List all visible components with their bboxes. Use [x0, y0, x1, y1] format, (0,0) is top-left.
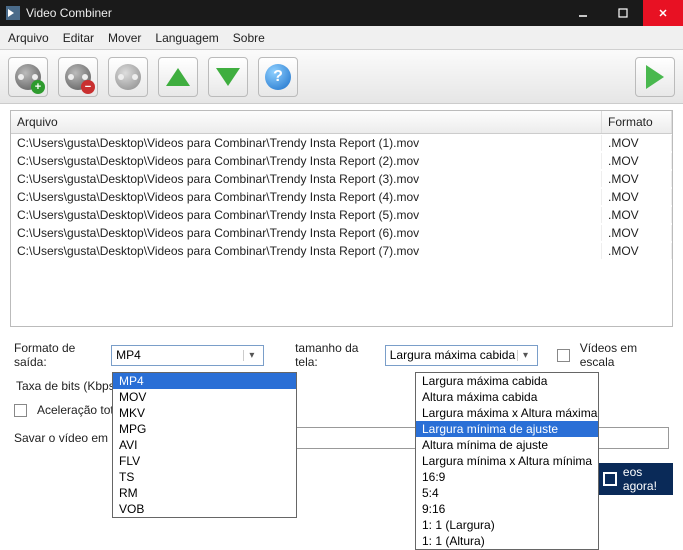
screen-size-dropdown[interactable]: Largura máxima cabidaAltura máxima cabid…	[415, 372, 599, 550]
cell-format: .MOV	[602, 153, 672, 169]
scale-videos-label: Vídeos em escala	[580, 341, 669, 369]
move-down-button[interactable]	[208, 57, 248, 97]
cell-format: .MOV	[602, 135, 672, 151]
add-video-button[interactable]: +	[8, 57, 48, 97]
move-up-button[interactable]	[158, 57, 198, 97]
format-option[interactable]: AVI	[113, 437, 296, 453]
screen-size-label: tamanho da tela:	[295, 341, 379, 369]
arrow-up-icon	[166, 68, 190, 86]
format-option[interactable]: VOB	[113, 501, 296, 517]
cell-format: .MOV	[602, 189, 672, 205]
screen-option[interactable]: Largura mínima x Altura mínima	[416, 453, 598, 469]
window-title: Video Combiner	[26, 6, 563, 20]
cell-path: C:\Users\gusta\Desktop\Videos para Combi…	[11, 153, 602, 169]
cell-format: .MOV	[602, 171, 672, 187]
menu-sobre[interactable]: Sobre	[233, 31, 265, 45]
screen-option[interactable]: 1: 1 (Largura)	[416, 517, 598, 533]
cell-path: C:\Users\gusta\Desktop\Videos para Combi…	[11, 189, 602, 205]
cell-format: .MOV	[602, 207, 672, 223]
format-option[interactable]: TS	[113, 469, 296, 485]
screen-option[interactable]: Largura máxima cabida	[416, 373, 598, 389]
column-formato[interactable]: Formato	[602, 111, 672, 133]
toolbar: + − ?	[0, 50, 683, 104]
chevron-down-icon: ▾	[517, 350, 533, 361]
table-body: C:\Users\gusta\Desktop\Videos para Combi…	[11, 134, 672, 326]
table-row[interactable]: C:\Users\gusta\Desktop\Videos para Combi…	[11, 152, 672, 170]
menu-arquivo[interactable]: Arquivo	[8, 31, 49, 45]
screen-option[interactable]: 9:16	[416, 501, 598, 517]
arrow-right-icon	[646, 65, 664, 89]
format-option[interactable]: FLV	[113, 453, 296, 469]
combine-button[interactable]: eos agora!	[593, 463, 673, 495]
maximize-button[interactable]	[603, 0, 643, 26]
film-icon	[603, 472, 617, 486]
cell-format: .MOV	[602, 243, 672, 259]
table-row[interactable]: C:\Users\gusta\Desktop\Videos para Combi…	[11, 242, 672, 260]
cell-path: C:\Users\gusta\Desktop\Videos para Combi…	[11, 171, 602, 187]
plus-icon: +	[31, 80, 45, 94]
column-arquivo[interactable]: Arquivo	[11, 111, 602, 133]
combine-label: eos agora!	[623, 465, 663, 493]
minimize-button[interactable]	[563, 0, 603, 26]
screen-option[interactable]: Altura mínima de ajuste	[416, 437, 598, 453]
save-label: Savar o vídeo em	[14, 431, 108, 445]
app-icon	[6, 6, 20, 20]
help-button[interactable]: ?	[258, 57, 298, 97]
screen-option[interactable]: 5:4	[416, 485, 598, 501]
screen-option[interactable]: Largura mínima de ajuste	[416, 421, 598, 437]
scale-videos-checkbox[interactable]	[557, 349, 569, 362]
screen-size-select[interactable]: Largura máxima cabida ▾	[385, 345, 538, 366]
file-table: Arquivo Formato C:\Users\gusta\Desktop\V…	[10, 110, 673, 327]
menu-languagem[interactable]: Languagem	[155, 31, 218, 45]
screen-option[interactable]: 1: 1 (Altura)	[416, 533, 598, 549]
disc-icon	[115, 64, 141, 90]
cell-format: .MOV	[602, 225, 672, 241]
format-option[interactable]: MOV	[113, 389, 296, 405]
output-format-value: MP4	[116, 348, 243, 362]
table-row[interactable]: C:\Users\gusta\Desktop\Videos para Combi…	[11, 134, 672, 152]
menu-mover[interactable]: Mover	[108, 31, 141, 45]
table-row[interactable]: C:\Users\gusta\Desktop\Videos para Combi…	[11, 170, 672, 188]
table-row[interactable]: C:\Users\gusta\Desktop\Videos para Combi…	[11, 188, 672, 206]
titlebar: Video Combiner	[0, 0, 683, 26]
screen-option[interactable]: 16:9	[416, 469, 598, 485]
remove-video-button[interactable]: −	[58, 57, 98, 97]
cell-path: C:\Users\gusta\Desktop\Videos para Combi…	[11, 135, 602, 151]
bitrate-label: Taxa de bits (Kbps):	[16, 379, 122, 393]
help-icon: ?	[265, 64, 291, 90]
table-row[interactable]: C:\Users\gusta\Desktop\Videos para Combi…	[11, 206, 672, 224]
menu-editar[interactable]: Editar	[63, 31, 94, 45]
go-button[interactable]	[635, 57, 675, 97]
format-option[interactable]: MP4	[113, 373, 296, 389]
cell-path: C:\Users\gusta\Desktop\Videos para Combi…	[11, 225, 602, 241]
minus-icon: −	[81, 80, 95, 94]
cell-path: C:\Users\gusta\Desktop\Videos para Combi…	[11, 243, 602, 259]
cell-path: C:\Users\gusta\Desktop\Videos para Combi…	[11, 207, 602, 223]
close-button[interactable]	[643, 0, 683, 26]
menubar: Arquivo Editar Mover Languagem Sobre	[0, 26, 683, 50]
output-format-dropdown[interactable]: MP4MOVMKVMPGAVIFLVTSRMVOB	[112, 372, 297, 518]
clear-button[interactable]	[108, 57, 148, 97]
screen-size-value: Largura máxima cabida	[390, 348, 517, 362]
format-option[interactable]: RM	[113, 485, 296, 501]
accel-checkbox[interactable]	[14, 404, 27, 417]
format-option[interactable]: MPG	[113, 421, 296, 437]
output-format-select[interactable]: MP4 ▾	[111, 345, 264, 366]
chevron-down-icon: ▾	[243, 350, 259, 361]
screen-option[interactable]: Largura máxima x Altura máxima	[416, 405, 598, 421]
arrow-down-icon	[216, 68, 240, 86]
output-format-label: Formato de saída:	[14, 341, 105, 369]
table-row[interactable]: C:\Users\gusta\Desktop\Videos para Combi…	[11, 224, 672, 242]
screen-option[interactable]: Altura máxima cabida	[416, 389, 598, 405]
format-option[interactable]: MKV	[113, 405, 296, 421]
